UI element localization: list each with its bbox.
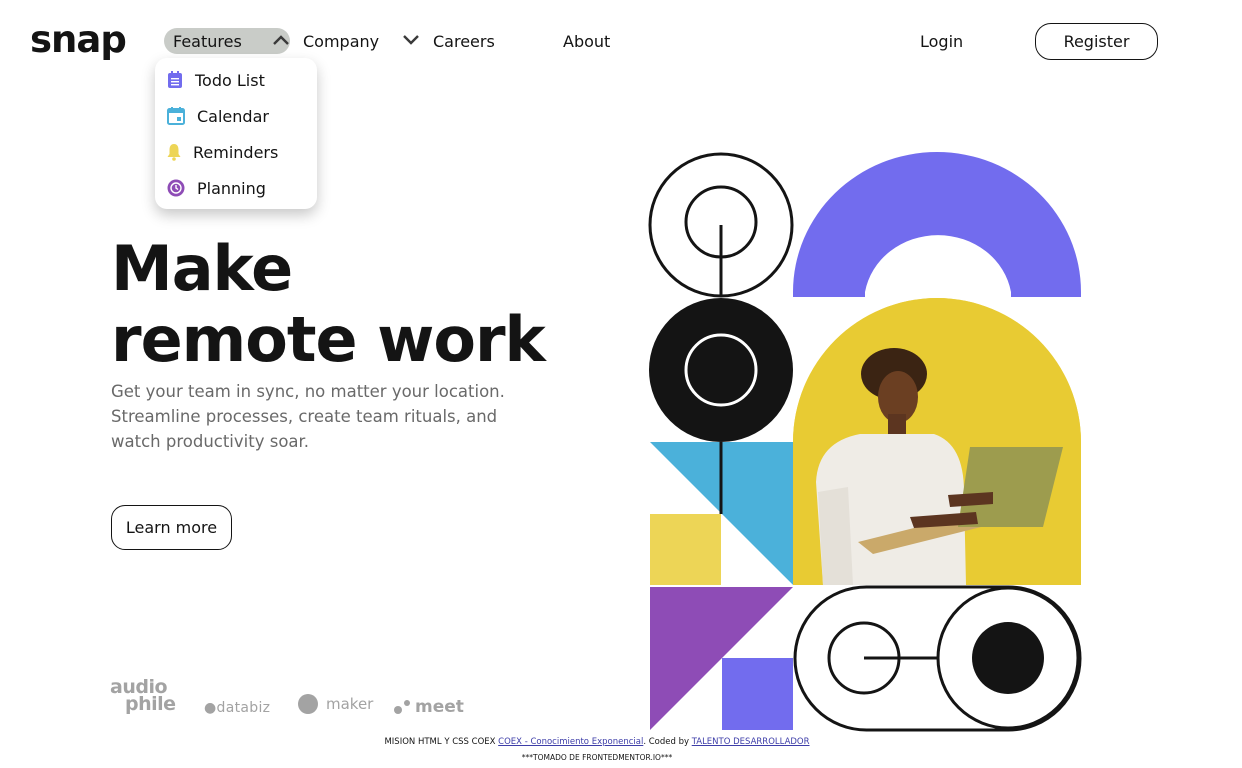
bell-icon: [167, 144, 181, 161]
snap-logo[interactable]: snap: [30, 18, 127, 61]
chevron-down-icon[interactable]: [402, 33, 420, 47]
nav-about[interactable]: About: [563, 28, 610, 54]
meet-logo-text: meet: [415, 697, 464, 717]
dropdown-item-label: Reminders: [193, 142, 279, 162]
hero-title-line-2: remote work: [111, 303, 546, 376]
chevron-up-icon: [273, 35, 289, 45]
features-dropdown: Todo List Calendar Reminders Planning: [155, 58, 317, 209]
hero-title: Make remote work: [111, 232, 546, 376]
databiz-logo-text: databiz: [216, 700, 271, 716]
nav-company-label: Company: [303, 31, 380, 51]
dropdown-item-reminders[interactable]: Reminders: [167, 141, 278, 163]
audiophile-logo-line-2: phile: [125, 693, 176, 715]
login-link[interactable]: Login: [920, 28, 963, 54]
planning-clock-icon: [167, 179, 185, 197]
dropdown-item-label: Todo List: [195, 70, 265, 90]
dropdown-item-label: Planning: [197, 178, 266, 198]
footer-prefix: MISION HTML Y CSS COEX: [384, 737, 496, 747]
footer-line-1: MISION HTML Y CSS COEX COEX - Conocimien…: [0, 737, 1194, 747]
databiz-logo: ●databiz: [204, 700, 270, 716]
dropdown-item-label: Calendar: [197, 106, 269, 126]
calendar-icon: [167, 107, 185, 125]
maker-logo-text: maker: [326, 695, 374, 713]
nav-careers-label: Careers: [433, 31, 495, 51]
dropdown-item-calendar[interactable]: Calendar: [167, 105, 269, 127]
login-label: Login: [920, 31, 964, 51]
databiz-dot-icon: ●: [204, 700, 217, 716]
nav-about-label: About: [563, 31, 611, 51]
nav-careers[interactable]: Careers: [433, 28, 495, 54]
audiophile-logo: audio phile: [110, 678, 176, 715]
footer-coded-by: . Coded by: [643, 737, 690, 747]
coex-link[interactable]: COEX - Conocimiento Exponencial: [498, 737, 643, 747]
maker-mark-icon: [298, 694, 318, 714]
dropdown-item-planning[interactable]: Planning: [167, 177, 266, 199]
hero-description: Get your team in sync, no matter your lo…: [111, 382, 505, 451]
maker-logo: maker: [298, 694, 373, 714]
meet-dots-icon: [394, 700, 410, 714]
hero-title-line-1: Make: [111, 232, 293, 305]
nav-company[interactable]: Company: [303, 28, 379, 54]
register-button[interactable]: Register: [1035, 23, 1158, 60]
meet-logo: meet: [393, 697, 464, 717]
todo-list-icon: [168, 71, 182, 88]
hero-illustration: [648, 152, 1082, 732]
nav-features-label: Features: [173, 31, 242, 51]
footer-attribution: MISION HTML Y CSS COEX COEX - Conocimien…: [0, 737, 1194, 762]
learn-more-button[interactable]: Learn more: [111, 505, 232, 550]
talento-link[interactable]: TALENTO DESARROLLADOR: [692, 737, 810, 747]
dropdown-item-todo-list[interactable]: Todo List: [167, 69, 265, 91]
nav-features[interactable]: Features: [164, 28, 290, 54]
footer-line-2: ***TOMADO DE FRONTEDMENTOR.IO***: [521, 753, 673, 762]
